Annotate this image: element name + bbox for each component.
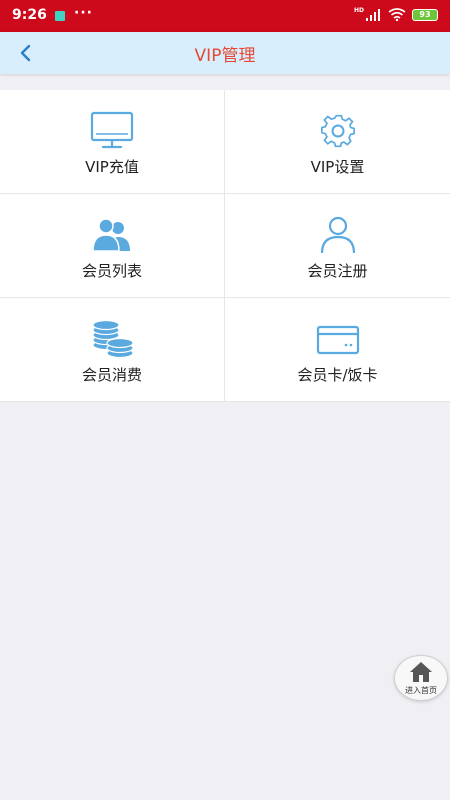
battery-level: 93: [419, 9, 431, 19]
card-icon: [316, 325, 359, 355]
monitor-icon: [90, 111, 134, 149]
users-icon: [92, 218, 130, 252]
menu-item-member-consumption[interactable]: 会员消费: [0, 298, 225, 402]
home-button[interactable]: 进入首页: [394, 655, 448, 701]
user-icon: [320, 216, 355, 254]
menu-item-label: 会员消费: [81, 366, 142, 384]
app-header: VIP管理: [0, 32, 450, 74]
coins-icon: [92, 319, 134, 359]
home-button-label: 进入首页: [405, 686, 437, 695]
status-bar: 9:26 ··· HD 93: [0, 0, 450, 32]
status-time: 9:26: [12, 7, 47, 23]
menu-grid: VIP充值 VIP设置 会员列表 会员注册 会员消费 会员卡/饭卡: [0, 90, 450, 402]
network-type-label: HD: [353, 6, 364, 14]
gear-icon: [320, 114, 355, 148]
status-icons: HD 93: [353, 6, 438, 21]
menu-item-label: 会员列表: [81, 262, 142, 280]
menu-item-member-list[interactable]: 会员列表: [0, 194, 225, 298]
notification-icon: [55, 11, 65, 21]
menu-item-label: VIP充值: [85, 158, 139, 176]
menu-item-member-card[interactable]: 会员卡/饭卡: [225, 298, 450, 402]
wifi-icon: [388, 8, 406, 21]
menu-item-label: 会员注册: [307, 262, 368, 280]
page-title: VIP管理: [194, 46, 256, 66]
menu-item-vip-recharge[interactable]: VIP充值: [0, 90, 225, 194]
battery-icon: 93: [412, 8, 438, 21]
more-notifications-icon: ···: [74, 5, 93, 21]
menu-item-member-register[interactable]: 会员注册: [225, 194, 450, 298]
home-icon: [410, 662, 432, 682]
menu-item-label: 会员卡/饭卡: [297, 366, 378, 384]
menu-item-vip-settings[interactable]: VIP设置: [225, 90, 450, 194]
signal-icon: [366, 8, 380, 21]
menu-item-label: VIP设置: [310, 158, 365, 176]
